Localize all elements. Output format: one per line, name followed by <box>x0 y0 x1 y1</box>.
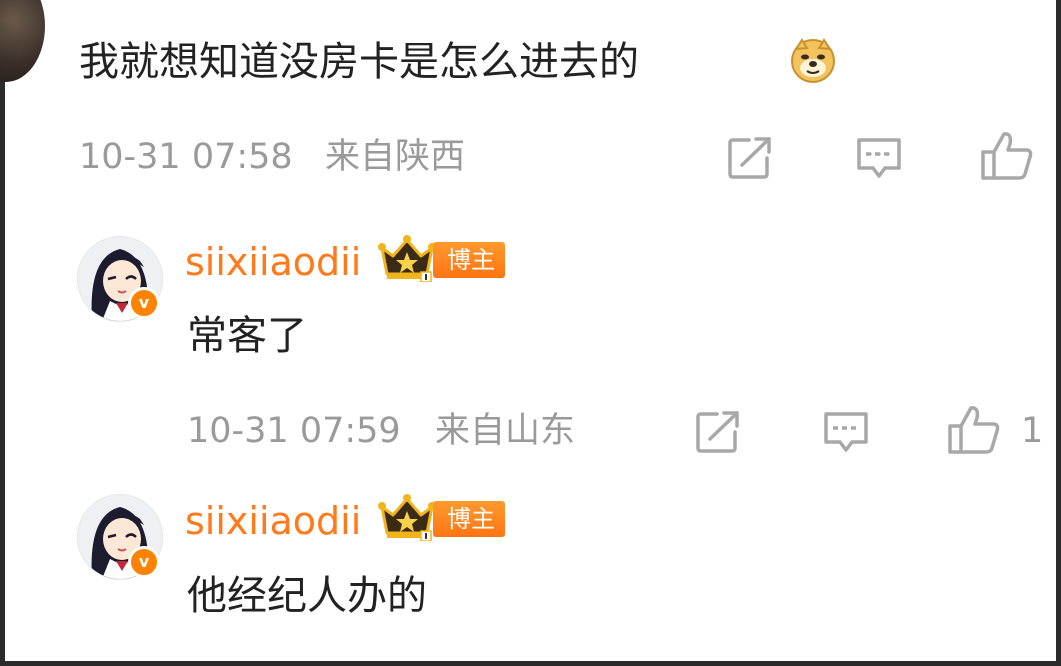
crown-icon <box>377 493 437 542</box>
like-icon[interactable] <box>980 130 1034 186</box>
commenter-avatar[interactable] <box>0 0 45 82</box>
commenter-name-cut <box>85 0 255 2</box>
reply-text: 常客了 <box>187 313 307 359</box>
comment-time: 10-31 07:58 <box>79 137 293 177</box>
crown-icon <box>377 234 437 283</box>
username[interactable]: siixiiaodii <box>185 502 361 540</box>
share-icon[interactable] <box>695 410 741 458</box>
like-count: 1 <box>1021 411 1044 451</box>
verified-badge-icon: v <box>128 287 160 319</box>
like-icon[interactable] <box>947 404 1001 460</box>
reply-location: 来自山东 <box>435 411 576 451</box>
blogger-tag: 博主 <box>433 501 505 537</box>
comment-location: 来自陕西 <box>325 137 466 177</box>
comment-icon[interactable] <box>822 410 870 460</box>
username[interactable]: siixiiaodii <box>185 243 361 281</box>
reply-text: 他经纪人办的 <box>187 573 427 619</box>
doge-emoji-icon <box>790 37 836 83</box>
blogger-tag: 博主 <box>433 242 505 278</box>
comment-icon[interactable] <box>855 136 903 186</box>
reply-time: 10-31 07:59 <box>187 411 401 451</box>
verified-badge-icon: v <box>128 546 160 578</box>
comment-text: 我就想知道没房卡是怎么进去的 <box>79 39 639 85</box>
share-icon[interactable] <box>727 136 773 184</box>
